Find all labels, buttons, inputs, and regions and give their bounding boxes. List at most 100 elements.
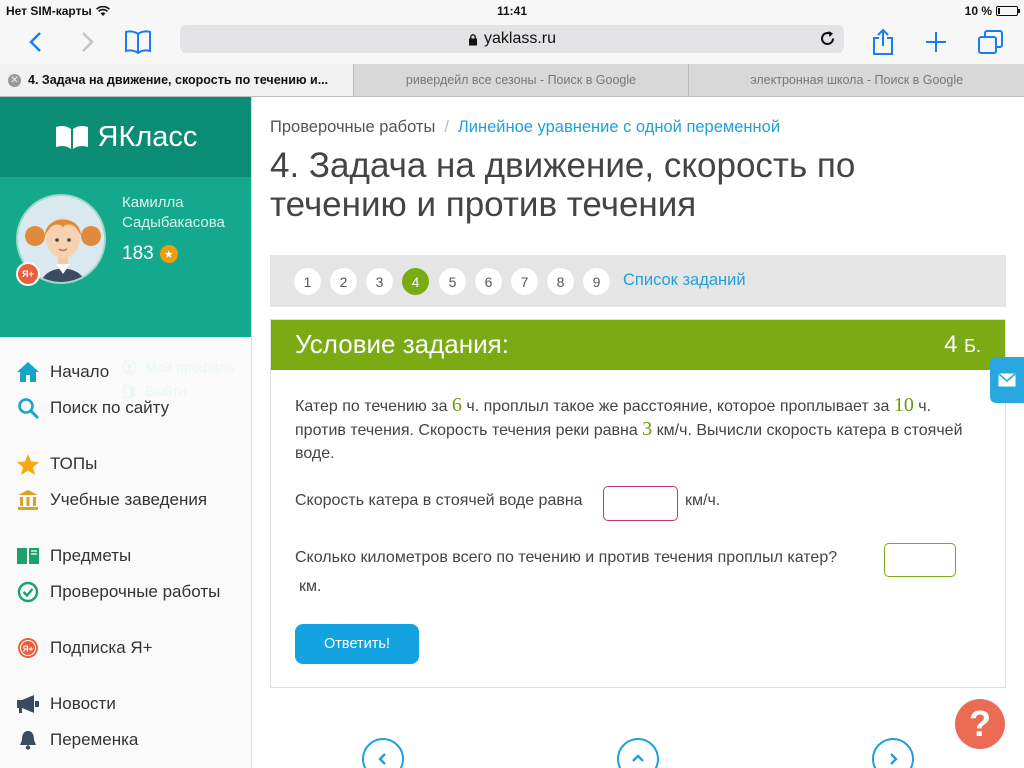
sidebar-item-institutions[interactable]: Учебные заведения xyxy=(16,487,207,513)
search-icon xyxy=(16,396,40,420)
star-icon: ★ xyxy=(159,245,178,263)
tab-label: 4. Задача на движение, скорость по течен… xyxy=(28,73,329,87)
task-points-value: 4 xyxy=(944,331,958,358)
institution-icon xyxy=(16,488,40,512)
logo-text: ЯКласс xyxy=(97,120,198,153)
sidebar-item-subjects[interactable]: Предметы xyxy=(16,543,131,569)
task-header-title: Условие задания: xyxy=(295,329,509,359)
breadcrumb-separator: / xyxy=(444,118,449,136)
bookmarks-icon[interactable] xyxy=(122,26,154,58)
page-2[interactable]: 2 xyxy=(330,268,357,295)
ya-plus-icon: Я+ xyxy=(16,636,40,660)
share-icon[interactable] xyxy=(867,26,899,58)
task-number: 10 xyxy=(893,394,914,416)
sidebar-item-tests[interactable]: Проверочные работы xyxy=(16,579,220,605)
sidebar-item-search[interactable]: Поиск по сайту xyxy=(16,395,169,421)
chevron-left-icon xyxy=(378,753,386,765)
logo[interactable]: ЯКласс xyxy=(0,97,251,177)
sidebar: ЯКласс Я+ Камилла Садыбакасова 183 ★ Мой… xyxy=(0,97,252,768)
tab-active[interactable]: ✕ 4. Задача на движение, скорость по теч… xyxy=(0,64,353,96)
sidebar-item-label: Поиск по сайту xyxy=(50,398,170,417)
new-tab-icon[interactable] xyxy=(920,26,952,58)
task-text: Катер по течению за 6 ч. проплыл такое ж… xyxy=(295,394,985,465)
question-2-unit: км. xyxy=(299,578,322,595)
page-7[interactable]: 7 xyxy=(511,268,538,295)
sidebar-item-label: Новости xyxy=(50,694,116,713)
tab-label: электронная школа - Поиск в Google xyxy=(750,73,964,87)
browser-toolbar: yaklass.ru xyxy=(0,20,1024,64)
tab-eschool[interactable]: электронная школа - Поиск в Google xyxy=(688,64,1024,96)
page-3[interactable]: 3 xyxy=(366,268,393,295)
profile-link[interactable]: Мой профиль xyxy=(122,359,234,375)
points-value: 183 xyxy=(122,243,154,264)
battery-percent: 10 % xyxy=(964,4,992,18)
question-1-label: Скорость катера в стоячей воде равна xyxy=(295,492,583,509)
page-5[interactable]: 5 xyxy=(439,268,466,295)
next-task-button[interactable] xyxy=(872,738,914,768)
sidebar-item-label: ТОПы xyxy=(50,454,98,473)
feedback-tab[interactable] xyxy=(990,357,1024,403)
breadcrumb: Проверочные работы / Линейное уравнение с … xyxy=(270,118,780,137)
mail-icon xyxy=(998,373,1016,387)
battery-icon xyxy=(996,6,1020,16)
clock: 11:41 xyxy=(496,4,528,18)
user-profile-panel: Я+ Камилла Садыбакасова 183 ★ Мой профил… xyxy=(0,177,251,399)
task-points-unit: Б. xyxy=(964,336,981,356)
chevron-up-icon xyxy=(632,754,644,762)
task-list-link[interactable]: Список заданий xyxy=(623,271,746,290)
sidebar-item-label: Проверочные работы xyxy=(50,582,221,601)
breadcrumb-section[interactable]: Проверочные работы xyxy=(270,118,435,136)
forward-icon[interactable] xyxy=(72,26,104,58)
scroll-top-button[interactable] xyxy=(617,738,659,768)
sidebar-item-label: Переменка xyxy=(50,730,139,749)
bell-icon xyxy=(16,728,40,752)
points: 183 ★ xyxy=(122,243,178,265)
user-icon xyxy=(122,359,137,375)
sidebar-item-subscription[interactable]: Я+ Подписка Я+ xyxy=(16,635,153,661)
submit-answer-button[interactable]: Ответить! xyxy=(295,624,419,664)
page-1[interactable]: 1 xyxy=(294,268,321,295)
breadcrumb-topic[interactable]: Линейное уравнение с одной переменной xyxy=(458,118,780,136)
task-number: 6 xyxy=(451,394,462,416)
task-pager: 1 2 3 4 5 6 7 8 9 Список заданий xyxy=(270,255,1006,307)
sidebar-item-label: Начало xyxy=(50,362,110,381)
question-2-label: Сколько километров всего по течению и пр… xyxy=(295,549,838,566)
book-logo-icon xyxy=(55,125,88,149)
reload-icon[interactable] xyxy=(819,30,836,52)
task-points: 4 Б. xyxy=(944,331,981,359)
help-button[interactable]: ? xyxy=(955,699,1005,749)
sidebar-item-label: Подписка Я+ xyxy=(50,638,153,657)
page-4-current[interactable]: 4 xyxy=(402,268,429,295)
tabs-overview-icon[interactable] xyxy=(975,26,1007,58)
books-icon xyxy=(16,544,40,568)
task-card: Условие задания: 4 Б. Катер по течению з… xyxy=(270,319,1006,688)
page-9[interactable]: 9 xyxy=(583,268,610,295)
sidebar-item-label: Предметы xyxy=(50,546,132,565)
star-icon xyxy=(16,452,40,476)
tab-riverdale[interactable]: ривердейл все сезоны - Поиск в Google xyxy=(352,64,689,96)
task-text-part: Катер по течению за xyxy=(295,398,452,415)
task-text-part: ч. проплыл такое же расстояние, которое … xyxy=(461,398,894,415)
page-title: 4. Задача на движение, скорость по течен… xyxy=(270,146,856,224)
browser-tabs: ✕ 4. Задача на движение, скорость по теч… xyxy=(0,64,1024,97)
distance-answer-input[interactable] xyxy=(884,543,956,577)
prev-task-button[interactable] xyxy=(362,738,404,768)
sidebar-item-news[interactable]: Новости xyxy=(16,691,116,717)
close-icon[interactable]: ✕ xyxy=(8,74,21,87)
sidebar-item-break[interactable]: Переменка xyxy=(16,727,138,753)
task-card-header: Условие задания: 4 Б. xyxy=(271,320,1005,370)
status-bar: Нет SIM-карты 11:41 10 % xyxy=(0,0,1024,20)
lock-icon xyxy=(468,33,477,45)
address-bar[interactable]: yaklass.ru xyxy=(180,25,844,53)
chevron-right-icon xyxy=(890,753,898,765)
question-1-unit: км/ч. xyxy=(685,492,721,509)
sidebar-item-tops[interactable]: ТОПы xyxy=(16,451,97,477)
profile-link-label: Мой профиль xyxy=(145,359,235,375)
sidebar-item-home[interactable]: Начало xyxy=(16,359,109,385)
speed-answer-input[interactable] xyxy=(603,486,678,521)
back-icon[interactable] xyxy=(19,26,51,58)
page-8[interactable]: 8 xyxy=(547,268,574,295)
check-circle-icon xyxy=(16,580,40,604)
url-text: yaklass.ru xyxy=(483,30,557,47)
page-6[interactable]: 6 xyxy=(475,268,502,295)
